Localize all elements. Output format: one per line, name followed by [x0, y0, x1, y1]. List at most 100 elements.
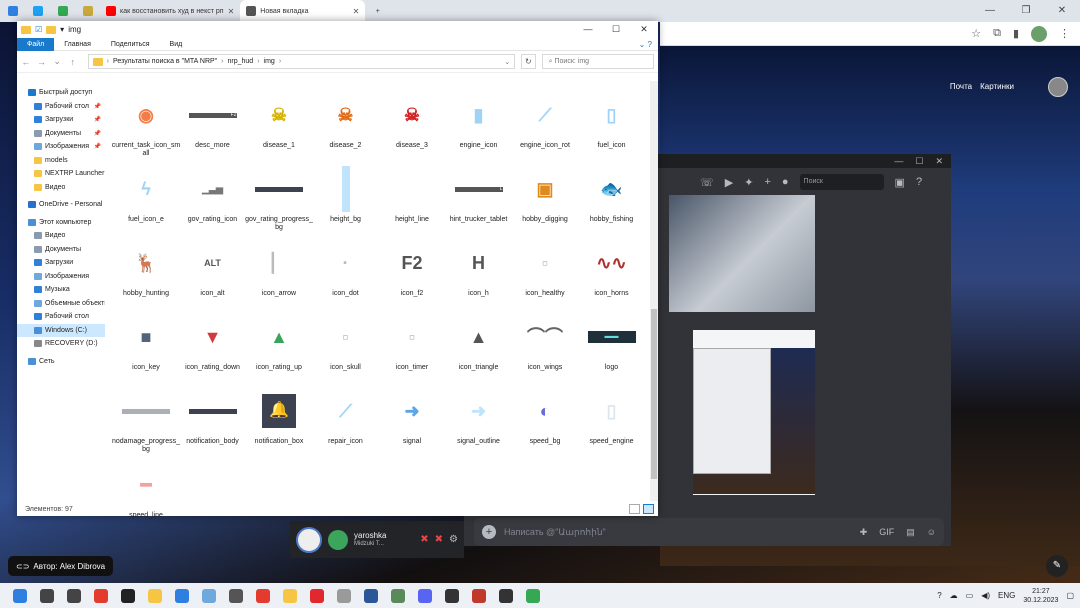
file-item[interactable]: ALT icon_alt [178, 239, 248, 313]
sidebar-item[interactable]: Изображения 📌 [17, 140, 105, 154]
file-item[interactable]: ▁▃▅ gov_rating_icon [178, 165, 248, 239]
scrollbar-thumb[interactable] [651, 309, 657, 479]
taskbar-app2-icon[interactable] [465, 583, 492, 608]
taskbar-explorer-icon[interactable] [141, 583, 168, 608]
file-item[interactable]: F2 icon_f2 [377, 239, 447, 313]
sidebar-item[interactable]: Рабочий стол 📌 [17, 100, 105, 114]
language-indicator[interactable]: ENG [998, 591, 1015, 600]
network-icon[interactable]: ▭ [966, 591, 974, 600]
sidebar-item[interactable]: Документы [17, 243, 105, 257]
sidebar-item[interactable]: Видео [17, 229, 105, 243]
taskbar-app3-icon[interactable] [492, 583, 519, 608]
taskbar-discord-icon[interactable] [411, 583, 438, 608]
tab-close-icon[interactable]: ✕ [228, 7, 235, 16]
breadcrumb-item[interactable]: img [264, 58, 275, 65]
pin-icon[interactable]: 📌 [94, 103, 101, 110]
file-item[interactable]: F2 desc_more [178, 91, 248, 165]
file-item[interactable]: ■ icon_key [111, 313, 181, 387]
taskbar-start-icon[interactable] [6, 583, 33, 608]
breadcrumb-item[interactable]: Результаты поиска в "MTA NRP" [113, 58, 217, 65]
sidebar-item[interactable]: models [17, 154, 105, 168]
file-item[interactable]: ▫ icon_skull [311, 313, 381, 387]
file-item[interactable]: · icon_dot [311, 239, 381, 313]
forward-icon[interactable]: → [37, 57, 47, 67]
new-folder-icon[interactable] [46, 25, 57, 34]
taskbar-taskview-icon[interactable] [60, 583, 87, 608]
file-item[interactable]: ⌒⌒ icon_wings [510, 313, 580, 387]
taskbar-yandex-icon[interactable] [87, 583, 114, 608]
attach-icon[interactable]: + [482, 525, 496, 539]
sidebar-item[interactable]: Документы 📌 [17, 127, 105, 141]
avatar[interactable] [296, 526, 322, 553]
ribbon-tab[interactable]: Главная [54, 38, 101, 51]
vertical-scrollbar[interactable] [650, 81, 658, 501]
breadcrumb-item[interactable]: nrp_hud [228, 58, 254, 65]
minimize-icon[interactable]: — [574, 24, 602, 35]
sidebar-item[interactable]: RECOVERY (D:) [17, 337, 105, 351]
edit-icon[interactable]: ✎ [1046, 555, 1068, 577]
expand-ribbon-icon[interactable]: ⌄ ? [639, 40, 658, 49]
file-item[interactable]: ⟋ repair_icon [311, 387, 381, 461]
profile-avatar[interactable] [1031, 25, 1047, 42]
help-icon[interactable]: ? [937, 591, 941, 600]
sidebar-item[interactable]: Windows (C:) [17, 323, 105, 337]
taskbar-search-icon[interactable] [33, 583, 60, 608]
cloud-icon[interactable]: ☁ [950, 591, 958, 600]
shared-screenshot-2[interactable] [693, 330, 815, 495]
user-avatar[interactable] [328, 529, 348, 550]
sidebar-item[interactable]: OneDrive - Personal [17, 198, 105, 212]
pin-icon[interactable]: ✦ [744, 176, 753, 189]
file-item[interactable]: ▮ engine_icon [444, 91, 514, 165]
ribbon-tab[interactable]: Поделиться [101, 38, 160, 51]
taskbar-chrome-icon[interactable] [519, 583, 546, 608]
file-item[interactable]: ➜ signal_outline [444, 387, 514, 461]
taskbar-dropbox-icon[interactable] [168, 583, 195, 608]
browser-tab[interactable]: как восстановить худ в некст рп ✕ [100, 0, 240, 22]
file-item[interactable]: ▬▬ logo [577, 313, 647, 387]
close-icon[interactable]: ✕ [1044, 0, 1080, 22]
up-icon[interactable]: ↑ [68, 57, 78, 67]
discord-search-input[interactable]: Поиск [799, 174, 884, 190]
file-item[interactable]: ▣ hobby_digging [510, 165, 580, 239]
menu-icon[interactable]: ⋮ [1059, 27, 1070, 40]
notifications-icon[interactable]: ▢ [1066, 591, 1074, 600]
maximize-icon[interactable]: ☐ [915, 154, 923, 168]
taskbar-obs-icon[interactable] [438, 583, 465, 608]
newtab-avatar[interactable] [1048, 77, 1068, 97]
taskbar-yandex-browser-icon[interactable] [249, 583, 276, 608]
mute-icon[interactable]: ✖ [420, 534, 428, 545]
minimize-icon[interactable]: — [894, 154, 903, 168]
file-item[interactable]: Hicon_h [444, 239, 514, 313]
close-icon[interactable]: ✕ [630, 24, 658, 35]
file-item[interactable]: ▲ icon_rating_up [244, 313, 314, 387]
mail-link[interactable]: Почта [950, 82, 972, 91]
pin-icon[interactable]: 📌 [94, 130, 101, 137]
taskbar-app-icon[interactable] [384, 583, 411, 608]
file-item[interactable]: 🐟 hobby_fishing [577, 165, 647, 239]
emoji-icon[interactable]: ☺ [927, 527, 936, 538]
file-item[interactable]: ☠ disease_2 [311, 91, 381, 165]
sidebar-item[interactable]: Сеть [17, 355, 105, 369]
sidebar-item[interactable]: Загрузки 📌 [17, 113, 105, 127]
browser-tab[interactable]: Новая вкладка ✕ [240, 0, 366, 22]
new-tab-button[interactable]: + [365, 0, 390, 22]
file-item[interactable]: ▲ icon_triangle [444, 313, 514, 387]
maximize-icon[interactable]: ☐ [602, 24, 630, 35]
refresh-icon[interactable]: ↻ [521, 54, 536, 69]
taskbar-calculator-icon[interactable] [222, 583, 249, 608]
file-item[interactable]: ━ speed_line [111, 461, 181, 535]
taskbar-notepad-icon[interactable] [195, 583, 222, 608]
clock[interactable]: 21:27 30.12.2023 [1023, 587, 1058, 605]
wallpaper-attribution[interactable]: ⊂⊃ Автор: Alex Dibrova [8, 556, 114, 576]
file-item[interactable]: ∿∿ icon_horns [577, 239, 647, 313]
browser-tab[interactable] [25, 0, 50, 22]
large-icons-view-icon[interactable] [643, 504, 654, 514]
volume-icon[interactable]: ◀) [981, 591, 990, 600]
ribbon-tab[interactable]: Файл [17, 37, 55, 51]
taskbar-files-icon[interactable] [330, 583, 357, 608]
sidebar-icon[interactable]: ▮ [1013, 27, 1019, 40]
details-view-icon[interactable] [629, 504, 640, 514]
file-item[interactable]: ϟ fuel_icon_e [111, 165, 181, 239]
search-input[interactable]: ⌕ Поиск: img [541, 54, 654, 69]
sidebar-item[interactable]: Загрузки [17, 256, 105, 270]
